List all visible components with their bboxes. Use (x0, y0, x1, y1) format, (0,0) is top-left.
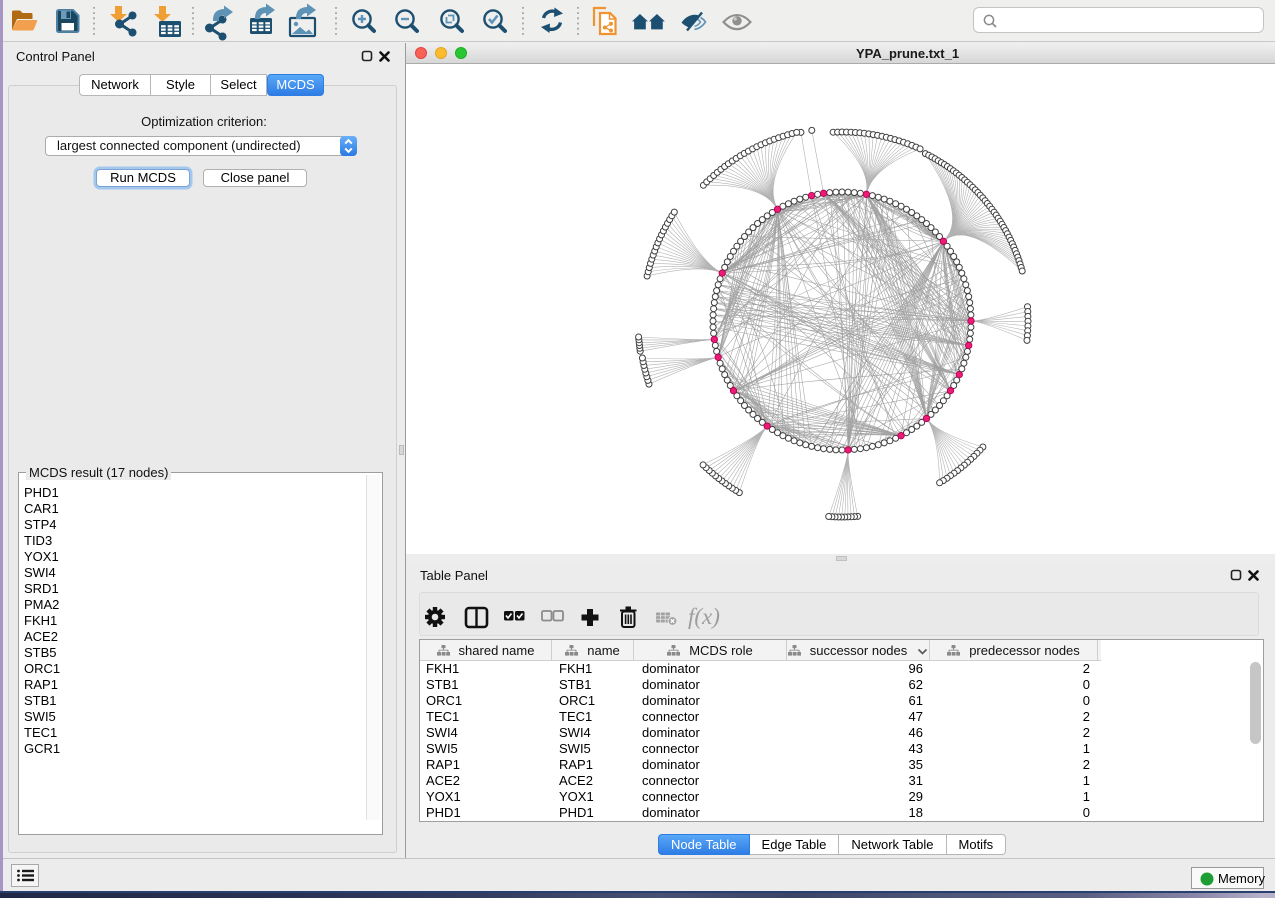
svg-text:f(x): f(x) (688, 604, 720, 629)
